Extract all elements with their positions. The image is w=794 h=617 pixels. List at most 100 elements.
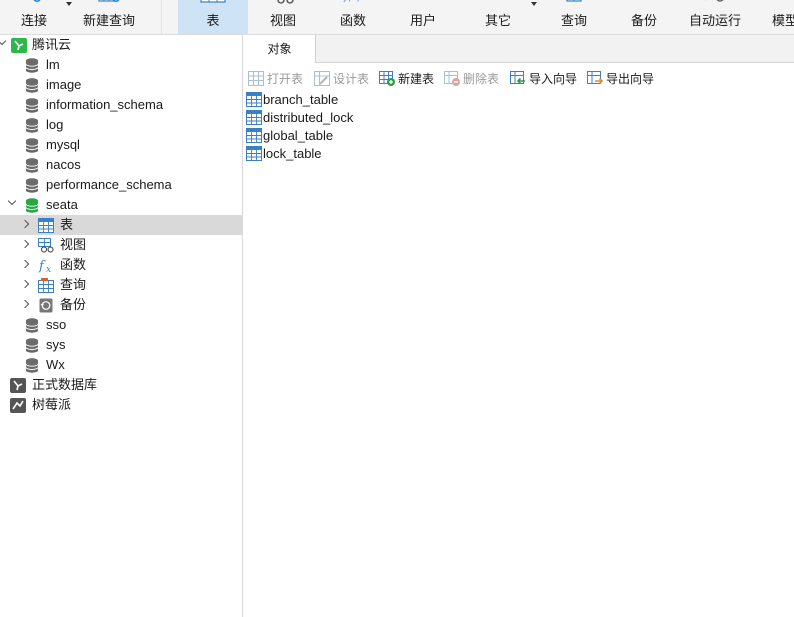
- query-icon: [566, 0, 582, 2]
- import-wizard-button[interactable]: 导入向导: [510, 70, 584, 88]
- new-table-icon: [379, 71, 395, 86]
- tree-connection-tencent[interactable]: 腾讯云: [0, 35, 242, 55]
- connect-button[interactable]: 连接: [0, 0, 68, 34]
- tree-db-nacos[interactable]: nacos: [0, 155, 242, 175]
- tree-label: 树莓派: [32, 397, 72, 412]
- database-icon: [25, 78, 39, 93]
- chevron-right-icon[interactable]: [20, 279, 30, 289]
- main-toolbar: 连接 新建查询 表 视图 f(x) 函数 用户: [0, 0, 794, 35]
- chevron-down-icon[interactable]: [7, 196, 17, 206]
- tree-db-sso[interactable]: sso: [0, 315, 242, 335]
- model-button[interactable]: 模型: [756, 0, 794, 34]
- table-button[interactable]: 表: [178, 0, 248, 34]
- connection-open-icon: [11, 38, 27, 53]
- tree-label: lm: [46, 57, 60, 72]
- function-button[interactable]: f(x) 函数: [320, 0, 386, 34]
- user-button[interactable]: 用户: [390, 0, 456, 34]
- tree-label: mysql: [46, 137, 80, 152]
- query-icon: [38, 278, 54, 293]
- tree-db-log[interactable]: log: [0, 115, 242, 135]
- user-icon: [410, 0, 436, 6]
- svg-text:f(x): f(x): [343, 0, 361, 3]
- database-icon: [25, 118, 39, 133]
- tree-node-views[interactable]: 视图: [0, 235, 242, 255]
- list-item[interactable]: branch_table: [244, 91, 544, 109]
- backup-icon: [39, 298, 53, 313]
- new-table-button[interactable]: 新建表: [379, 70, 441, 88]
- table-name: branch_table: [263, 92, 339, 107]
- list-item[interactable]: distributed_lock: [244, 109, 544, 127]
- export-wizard-icon: [587, 71, 603, 85]
- tree-node-tables[interactable]: 表: [0, 215, 242, 235]
- table-icon: [38, 218, 54, 233]
- export-wizard-button[interactable]: 导出向导: [587, 70, 661, 88]
- tree-connection-raspberry[interactable]: 树莓派: [0, 395, 242, 415]
- import-wizard-label: 导入向导: [529, 72, 578, 86]
- table-list: branch_table distributed_lock global_tab…: [244, 91, 794, 617]
- tree-label: Wx: [46, 357, 65, 372]
- open-table-icon: [248, 71, 264, 86]
- chevron-right-icon[interactable]: [20, 299, 30, 309]
- tree-db-sys[interactable]: sys: [0, 335, 242, 355]
- other-button[interactable]: 其它: [466, 0, 530, 34]
- table-icon: [246, 128, 262, 143]
- delete-table-icon: [444, 71, 460, 86]
- autorun-button[interactable]: 自动运行: [682, 0, 748, 34]
- list-item[interactable]: lock_table: [244, 145, 544, 163]
- chevron-right-icon[interactable]: [20, 259, 30, 269]
- function-icon: f(x): [343, 0, 361, 3]
- tab-objects[interactable]: 对象: [244, 35, 316, 63]
- database-icon: [25, 158, 39, 173]
- table-icon: [246, 110, 262, 125]
- model-label: 模型: [772, 13, 794, 28]
- tree-db-lm[interactable]: lm: [0, 55, 242, 75]
- new-query-button[interactable]: 新建查询: [76, 0, 142, 34]
- tree-db-seata[interactable]: seata: [0, 195, 242, 215]
- tree-db-wx[interactable]: Wx: [0, 355, 242, 375]
- view-button[interactable]: 视图: [250, 0, 316, 34]
- chevron-right-icon[interactable]: [20, 219, 30, 229]
- connect-icon: [33, 0, 41, 2]
- design-table-icon: [314, 71, 330, 86]
- chevron-down-icon[interactable]: [0, 36, 7, 46]
- tree-node-backups[interactable]: 备份: [0, 295, 242, 315]
- tab-bar: 对象: [244, 35, 794, 63]
- tree-label: seata: [46, 197, 78, 212]
- new-query-icon: [98, 0, 120, 2]
- tree-label: image: [46, 77, 82, 92]
- table-name: distributed_lock: [263, 110, 354, 125]
- tree-db-information-schema[interactable]: information_schema: [0, 95, 242, 115]
- open-table-button[interactable]: 打开表: [248, 70, 310, 88]
- tree-label: 查询: [60, 277, 87, 292]
- chevron-right-icon[interactable]: [20, 239, 30, 249]
- function-label: 函数: [339, 13, 366, 28]
- tree-label: information_schema: [46, 97, 164, 112]
- table-icon: [246, 146, 262, 161]
- backup-button[interactable]: 备份: [610, 0, 678, 34]
- connection-icon: [10, 398, 26, 413]
- design-table-label: 设计表: [333, 72, 370, 86]
- query-label: 查询: [560, 13, 587, 28]
- function-icon: fx: [38, 259, 51, 273]
- open-table-label: 打开表: [267, 72, 304, 86]
- delete-table-button[interactable]: 删除表: [444, 70, 506, 88]
- tree-node-queries[interactable]: 查询: [0, 275, 242, 295]
- database-icon: [25, 358, 39, 373]
- table-label: 表: [206, 13, 220, 28]
- tree-label: 正式数据库: [32, 377, 98, 392]
- query-button[interactable]: 查询: [542, 0, 606, 34]
- tree-db-image[interactable]: image: [0, 75, 242, 95]
- tree-db-performance-schema[interactable]: performance_schema: [0, 175, 242, 195]
- tree-db-mysql[interactable]: mysql: [0, 135, 242, 155]
- tree-connection-production[interactable]: 正式数据库: [0, 375, 242, 395]
- connection-icon: [10, 378, 26, 393]
- list-item[interactable]: global_table: [244, 127, 544, 145]
- tree-label: 表: [60, 217, 74, 232]
- connect-dropdown-arrow[interactable]: [66, 2, 72, 6]
- other-dropdown-arrow[interactable]: [531, 2, 537, 6]
- table-icon: [246, 92, 262, 107]
- tree-node-functions[interactable]: fx 函数: [0, 255, 242, 275]
- tree-label: 函数: [60, 257, 87, 272]
- design-table-button[interactable]: 设计表: [314, 70, 376, 88]
- database-icon: [25, 98, 39, 113]
